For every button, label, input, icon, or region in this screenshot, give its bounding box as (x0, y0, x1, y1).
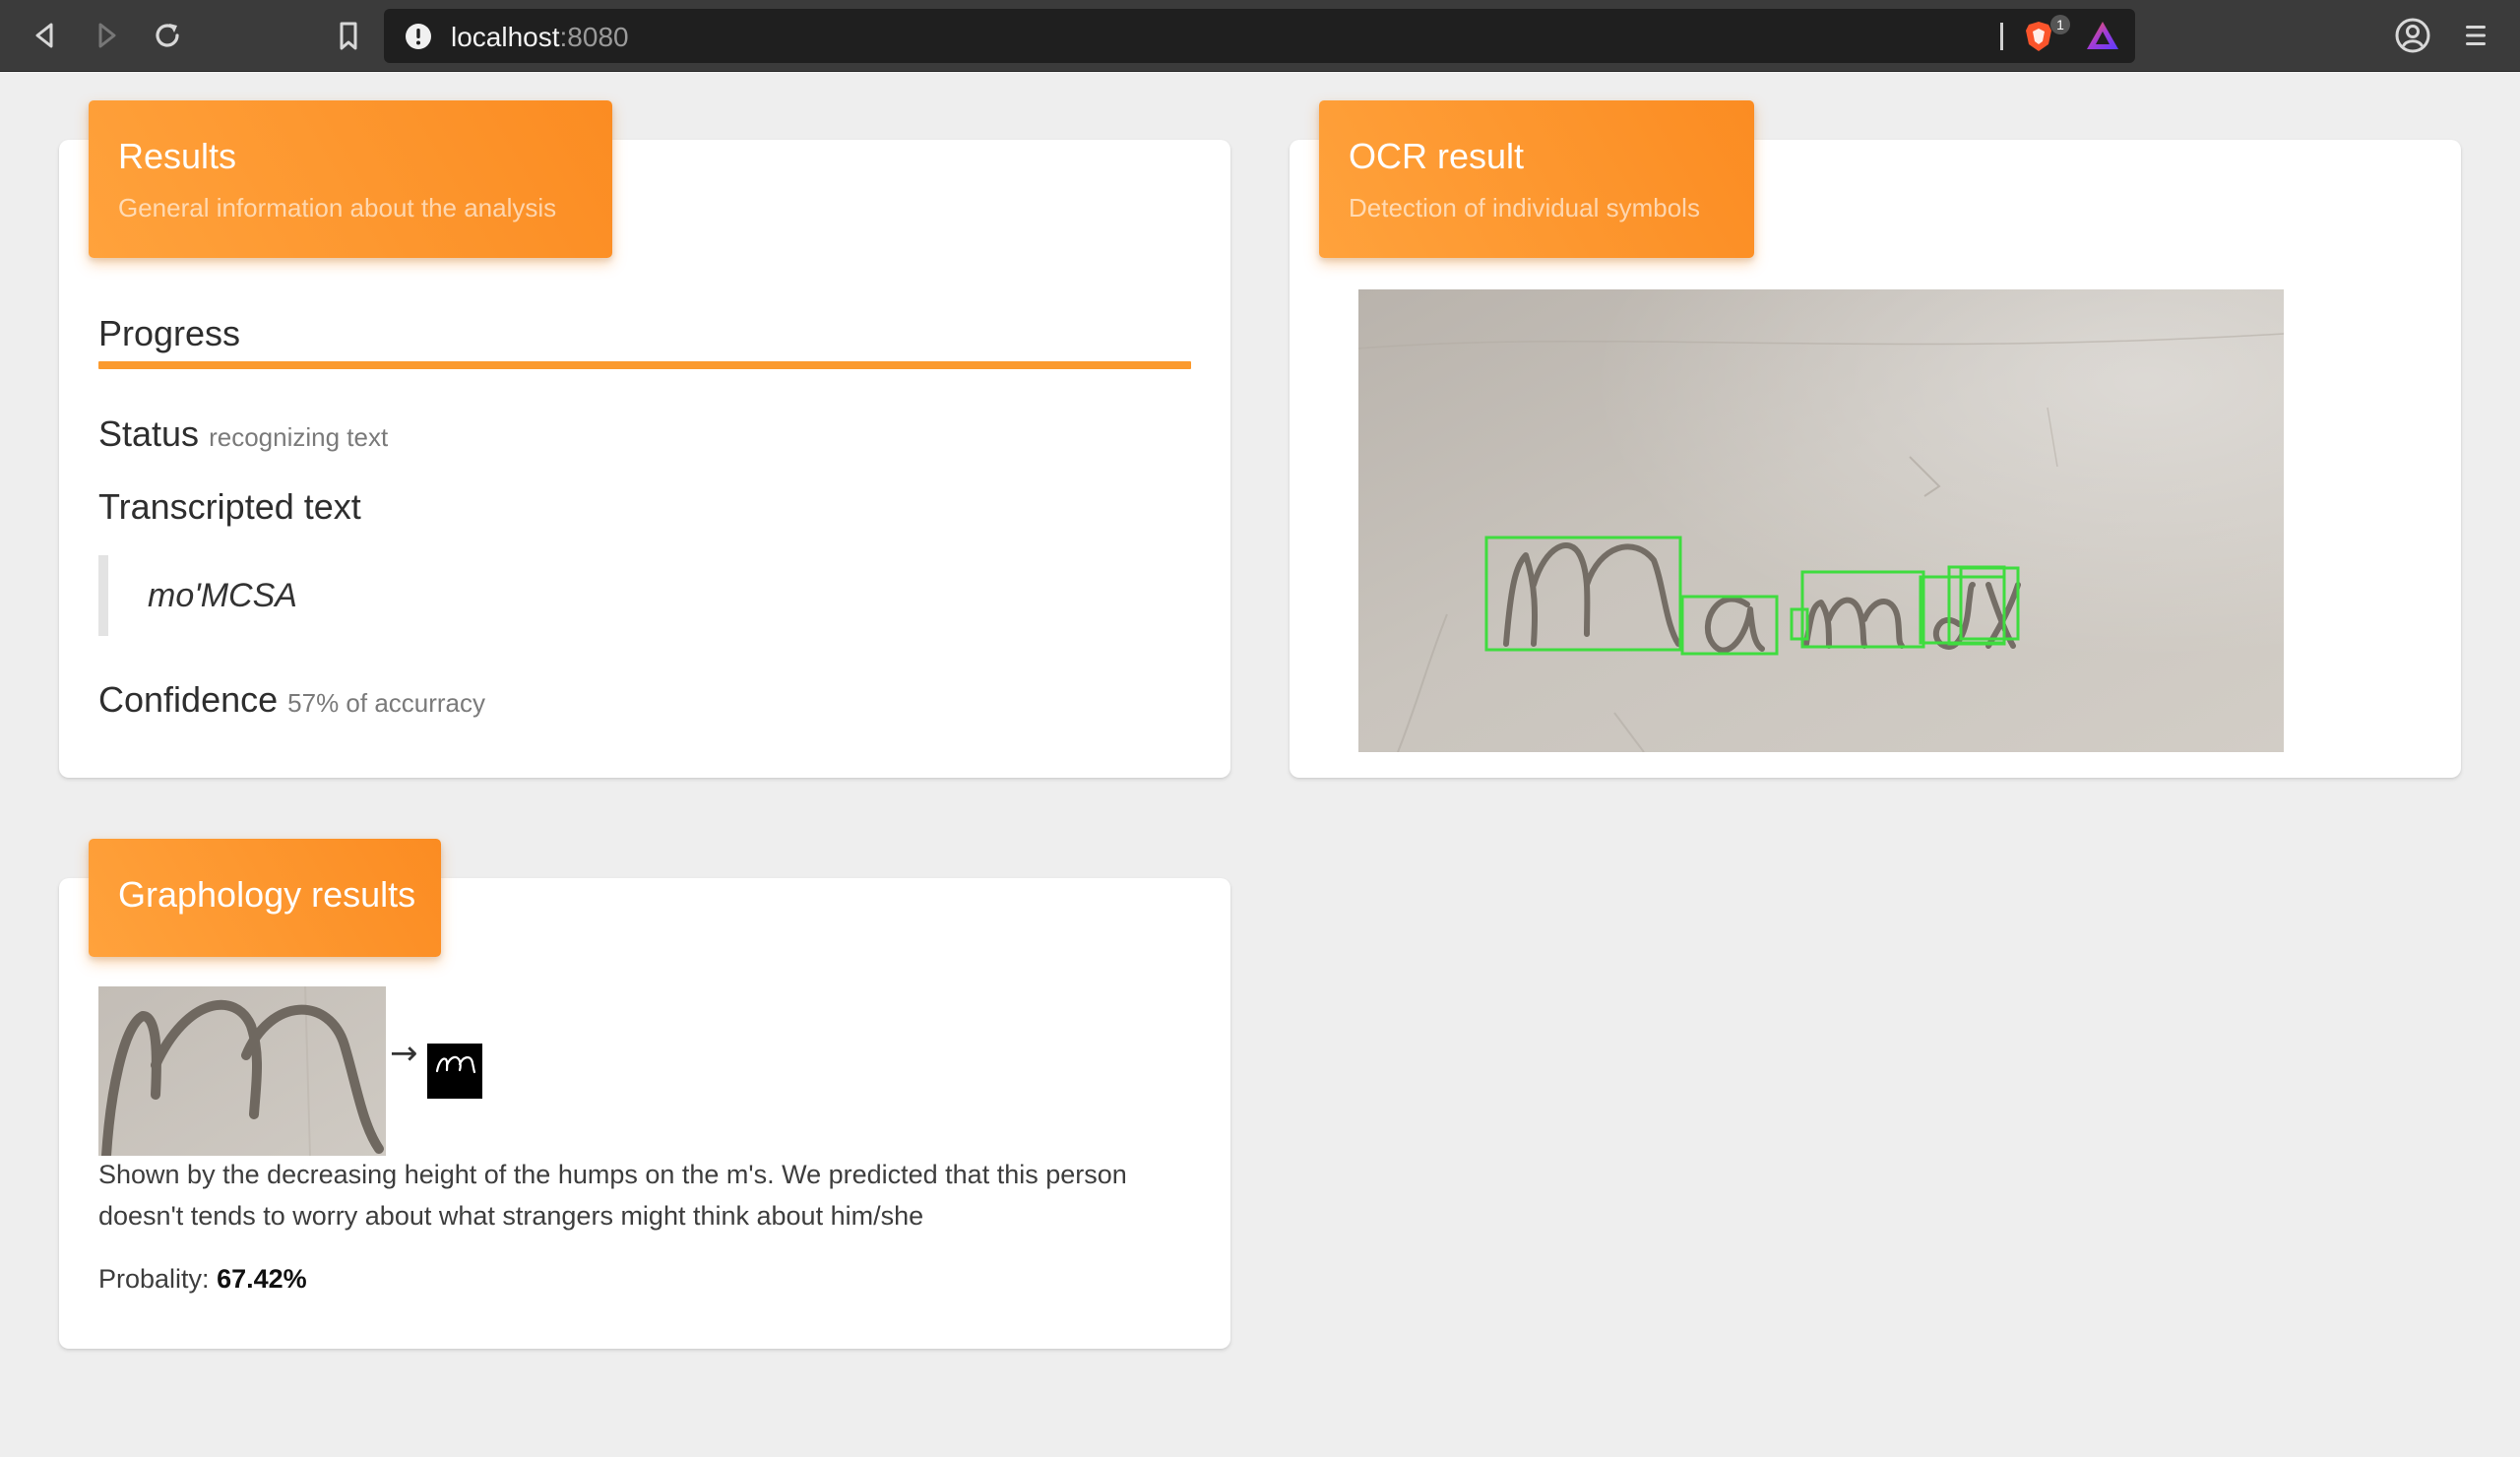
address-bar[interactable]: localhost:8080 1 (384, 9, 2135, 63)
ocr-image (1358, 289, 2284, 752)
status-row: Status recognizing text (98, 413, 388, 455)
probability-row: Probality: 67.42% (98, 1258, 307, 1299)
probability-value: 67.42% (217, 1264, 307, 1294)
letter-sample-image (98, 986, 386, 1156)
status-label: Status (98, 413, 200, 454)
status-value: recognizing text (209, 422, 389, 452)
back-icon[interactable] (28, 18, 63, 53)
reload-icon[interactable] (151, 18, 186, 53)
confidence-row: Confidence 57% of accurracy (98, 679, 485, 721)
transcripted-text-label: Transcripted text (98, 486, 361, 527)
progress-label: Progress (98, 313, 241, 353)
graphology-card-header: Graphology results (89, 839, 441, 957)
forward-icon[interactable] (89, 18, 124, 53)
bookmark-icon[interactable] (331, 18, 366, 53)
menu-icon[interactable] (2461, 18, 2490, 53)
results-card-header: Results General information about the an… (89, 100, 612, 258)
probability-label: Probality: (98, 1264, 210, 1294)
transform-arrow: → (390, 1034, 418, 1073)
ocr-card-header: OCR result Detection of individual symbo… (1319, 100, 1754, 258)
letter-binarized-image (427, 1044, 482, 1099)
brave-rewards-icon[interactable] (2085, 20, 2120, 51)
transcripted-text-value: mo'MCSA (98, 555, 297, 636)
site-info-icon[interactable] (405, 23, 432, 50)
graphology-title: Graphology results (118, 874, 416, 915)
browser-toolbar: localhost:8080 1 (0, 0, 2520, 72)
graphology-description: Shown by the decreasing height of the hu… (98, 1160, 1127, 1231)
ocr-title: OCR result (1349, 136, 1525, 176)
confidence-label: Confidence (98, 679, 279, 720)
results-subtitle: General information about the analysis (118, 193, 557, 222)
progress-bar (98, 361, 1191, 369)
profile-icon[interactable] (2394, 17, 2431, 54)
url-host: localhost (451, 22, 560, 52)
url-divider (2000, 23, 2003, 50)
confidence-value: 57% of accurracy (287, 688, 486, 718)
shields-count-badge: 1 (2050, 15, 2070, 34)
url-port: :8080 (559, 22, 629, 52)
ocr-subtitle: Detection of individual symbols (1349, 193, 1700, 222)
url-text[interactable]: localhost:8080 (451, 22, 629, 53)
results-title: Results (118, 136, 237, 176)
